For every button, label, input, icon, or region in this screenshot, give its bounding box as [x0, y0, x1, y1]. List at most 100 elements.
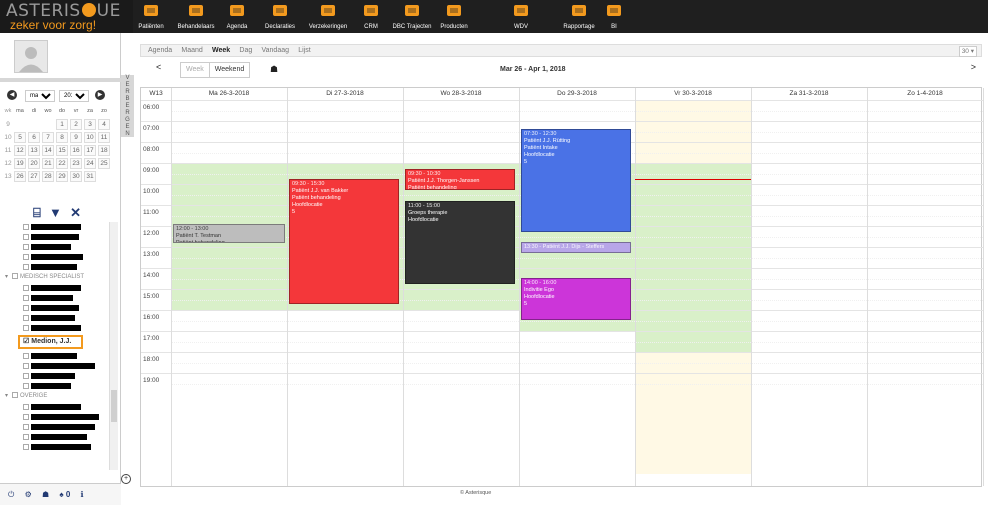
appointment-event[interactable]: 12:00 - 13:00 Patiënt T. Testman Patiënt b… — [173, 224, 285, 243]
day-header[interactable]: Zo 1-4-2018 — [867, 88, 983, 100]
tree-item[interactable] — [3, 303, 108, 313]
nav-declaraties[interactable]: Declaraties — [263, 0, 297, 33]
tree-item[interactable] — [3, 402, 108, 412]
settings-icon[interactable]: ⚙ — [25, 484, 32, 506]
week-button[interactable]: Week — [181, 63, 210, 77]
appointment-event[interactable]: 14:00 - 16:00 Indivitie Ego Hoofdlocatie 5 — [521, 278, 631, 320]
mini-calendar-day[interactable]: 9 — [70, 132, 82, 143]
tab-agenda[interactable]: Agenda — [148, 47, 172, 54]
tree-item[interactable] — [3, 412, 108, 422]
clear-filter-icon[interactable]: ✕ — [70, 205, 81, 221]
hour-row[interactable]: 18:00 — [141, 352, 983, 373]
slot-size-select[interactable]: 30 ▾ — [958, 46, 977, 57]
nav-agenda[interactable]: Agenda — [225, 0, 249, 33]
mini-calendar-weeknum[interactable]: 13 — [3, 170, 13, 183]
tree-item[interactable] — [3, 252, 108, 262]
user-avatar[interactable] — [14, 40, 48, 73]
add-circle-button[interactable]: + — [121, 474, 131, 484]
day-header[interactable]: Za 31-3-2018 — [751, 88, 867, 100]
tab-maand[interactable]: Maand — [181, 47, 202, 54]
mini-calendar-day[interactable]: 17 — [84, 145, 96, 156]
mini-calendar-day[interactable]: 10 — [84, 132, 96, 143]
nav-verzekeringen[interactable]: Verzekeringen — [303, 0, 353, 33]
tree-group-medisch-specialist[interactable]: ▾ MEDISCH SPECIALIST — [3, 272, 108, 283]
day-header[interactable]: Wo 28-3-2018 — [403, 88, 519, 100]
nav-rapportage[interactable]: Rapportage — [558, 0, 600, 33]
tree-item[interactable] — [3, 323, 108, 333]
tree-item[interactable] — [3, 283, 108, 293]
next-week-button[interactable]: > — [971, 62, 976, 72]
tree-item[interactable] — [3, 432, 108, 442]
mini-calendar-day[interactable]: 31 — [84, 171, 96, 182]
appointment-event[interactable]: 13:30 - Patiënt J.J. Dijs - Steffers — [521, 242, 631, 253]
mini-calendar-day[interactable]: 2 — [70, 119, 82, 130]
mini-calendar-weeknum[interactable]: 10 — [3, 131, 13, 144]
power-icon[interactable]: ⏻ — [8, 484, 14, 506]
nav-behandelaars[interactable]: Behandelaars — [174, 0, 218, 33]
year-select[interactable]: 2018 — [59, 90, 89, 102]
mini-calendar-day[interactable]: 30 — [70, 171, 82, 182]
mini-calendar-day[interactable]: 5 — [14, 132, 26, 143]
mini-calendar-day[interactable]: 11 — [98, 132, 110, 143]
info-icon[interactable]: ℹ — [81, 484, 84, 506]
nav-dbc-trajecten[interactable]: DBC Trajecten — [390, 0, 434, 33]
day-header[interactable]: Do 29-3-2018 — [519, 88, 635, 100]
hour-row[interactable]: 17:00 — [141, 331, 983, 352]
map-icon[interactable]: ⌸ — [33, 205, 41, 221]
mini-calendar-weeknum[interactable]: 9 — [3, 118, 13, 131]
hide-panel-tab[interactable]: VERBERGEN — [121, 75, 134, 137]
mini-calendar-day[interactable]: 28 — [42, 171, 54, 182]
tree-item[interactable] — [3, 242, 108, 252]
day-header[interactable]: Di 27-3-2018 — [287, 88, 403, 100]
tree-item[interactable] — [3, 262, 108, 272]
hour-row[interactable]: 06:00 — [141, 100, 983, 121]
selected-practitioner[interactable]: ☑ Medion, J.J. — [3, 335, 108, 349]
tree-group-overige[interactable]: ▾ OVERIGE — [3, 391, 108, 402]
nav-producten[interactable]: Producten — [435, 0, 473, 33]
appointment-event[interactable]: 09:30 - 10:30 Patiënt J.J. Thorgen-Jansse… — [405, 169, 515, 190]
tree-item[interactable] — [3, 351, 108, 361]
mini-calendar-day[interactable]: 20 — [28, 158, 40, 169]
mini-calendar-next-button[interactable]: ▶ — [95, 90, 105, 100]
mini-calendar-day[interactable]: 25 — [98, 158, 110, 169]
mini-calendar-weeknum[interactable]: 12 — [3, 157, 13, 170]
tree-item[interactable] — [3, 222, 108, 232]
mini-calendar-day[interactable]: 24 — [84, 158, 96, 169]
tab-dag[interactable]: Dag — [239, 47, 252, 54]
nav-wdv[interactable]: WDV — [511, 0, 531, 33]
tree-item[interactable] — [3, 361, 108, 371]
tree-item[interactable] — [3, 442, 108, 452]
bell-icon[interactable]: ♠ 0 — [59, 484, 70, 506]
tree-item[interactable] — [3, 232, 108, 242]
mini-calendar-day[interactable]: 1 — [56, 119, 68, 130]
mini-calendar-day[interactable]: 6 — [28, 132, 40, 143]
prev-week-button[interactable]: < — [156, 62, 161, 72]
tree-scrollbar[interactable] — [109, 222, 118, 470]
mini-calendar-day[interactable]: 15 — [56, 145, 68, 156]
mini-calendar-day[interactable]: 16 — [70, 145, 82, 156]
appointment-event[interactable]: 09:30 - 15:30 Patiënt J.J. van Bakker Pati… — [289, 179, 399, 304]
hour-row[interactable]: 19:00 — [141, 373, 983, 394]
filter-icon[interactable]: ▼ — [49, 205, 62, 220]
mini-calendar-day[interactable]: 22 — [56, 158, 68, 169]
group-people-icon[interactable]: ☗ — [270, 64, 278, 75]
mini-calendar-day[interactable]: 13 — [28, 145, 40, 156]
appointment-event[interactable]: 07:30 - 12:30 Patiënt J.J. Rütting Patiënt… — [521, 129, 631, 232]
brand-logo[interactable]: ASTERIS UE zeker voor zorg! — [0, 0, 133, 33]
tree-item[interactable] — [3, 371, 108, 381]
tab-lijst[interactable]: Lijst — [298, 47, 310, 54]
mini-calendar-day[interactable]: 27 — [28, 171, 40, 182]
tree-item[interactable] — [3, 293, 108, 303]
nav-crm[interactable]: CRM — [360, 0, 382, 33]
mini-calendar-day[interactable]: 21 — [42, 158, 54, 169]
month-select[interactable]: maa — [25, 90, 55, 102]
nav-bi[interactable]: BI — [604, 0, 624, 33]
mini-calendar-weeknum[interactable]: 11 — [3, 144, 13, 157]
tree-item[interactable] — [3, 422, 108, 432]
mini-calendar-day[interactable]: 26 — [14, 171, 26, 182]
mini-calendar-day[interactable]: 29 — [56, 171, 68, 182]
mini-calendar-day[interactable]: 7 — [42, 132, 54, 143]
day-header[interactable]: Vr 30-3-2018 — [635, 88, 751, 100]
weekend-button[interactable]: Weekend — [210, 63, 249, 77]
tree-item[interactable] — [3, 381, 108, 391]
